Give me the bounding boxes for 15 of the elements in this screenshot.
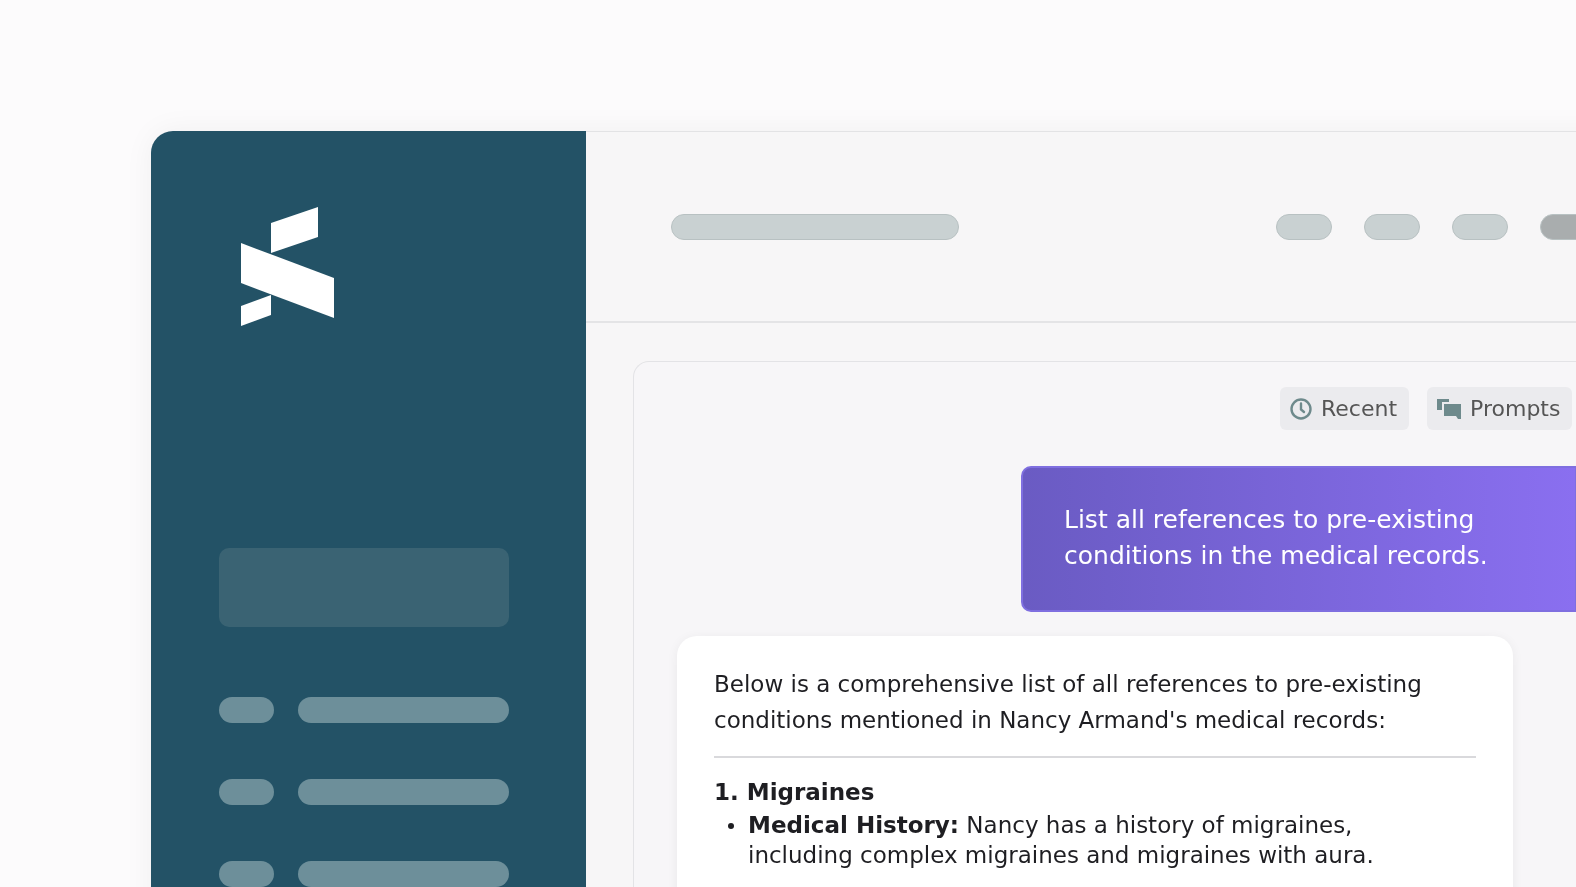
placeholder-bar xyxy=(1452,213,1508,240)
response-intro: Below is a comprehensive list of all references to pre-existing conditions mentioned in Nancy Armand's medical records: xyxy=(714,670,1423,735)
section-heading: 1. Migraines xyxy=(714,778,876,807)
clock-icon xyxy=(1289,396,1313,421)
bullet-text: Medical History: Nancy has a history of migraines, including complex migraines and migraines with aura. xyxy=(748,811,1375,870)
placeholder-bar xyxy=(1364,213,1420,240)
chat-stack-icon xyxy=(1436,397,1463,420)
prompts-button[interactable]: Prompts xyxy=(1427,387,1573,430)
placeholder-bar xyxy=(1276,213,1332,240)
user-message: List all references to pre-existing conditions in the medical records. xyxy=(1021,466,1576,612)
placeholder-bar xyxy=(219,861,274,887)
placeholder-bar xyxy=(219,697,274,723)
placeholder-bar xyxy=(219,779,274,805)
bullet-icon xyxy=(728,823,734,829)
recent-button[interactable]: Recent xyxy=(1280,387,1410,430)
